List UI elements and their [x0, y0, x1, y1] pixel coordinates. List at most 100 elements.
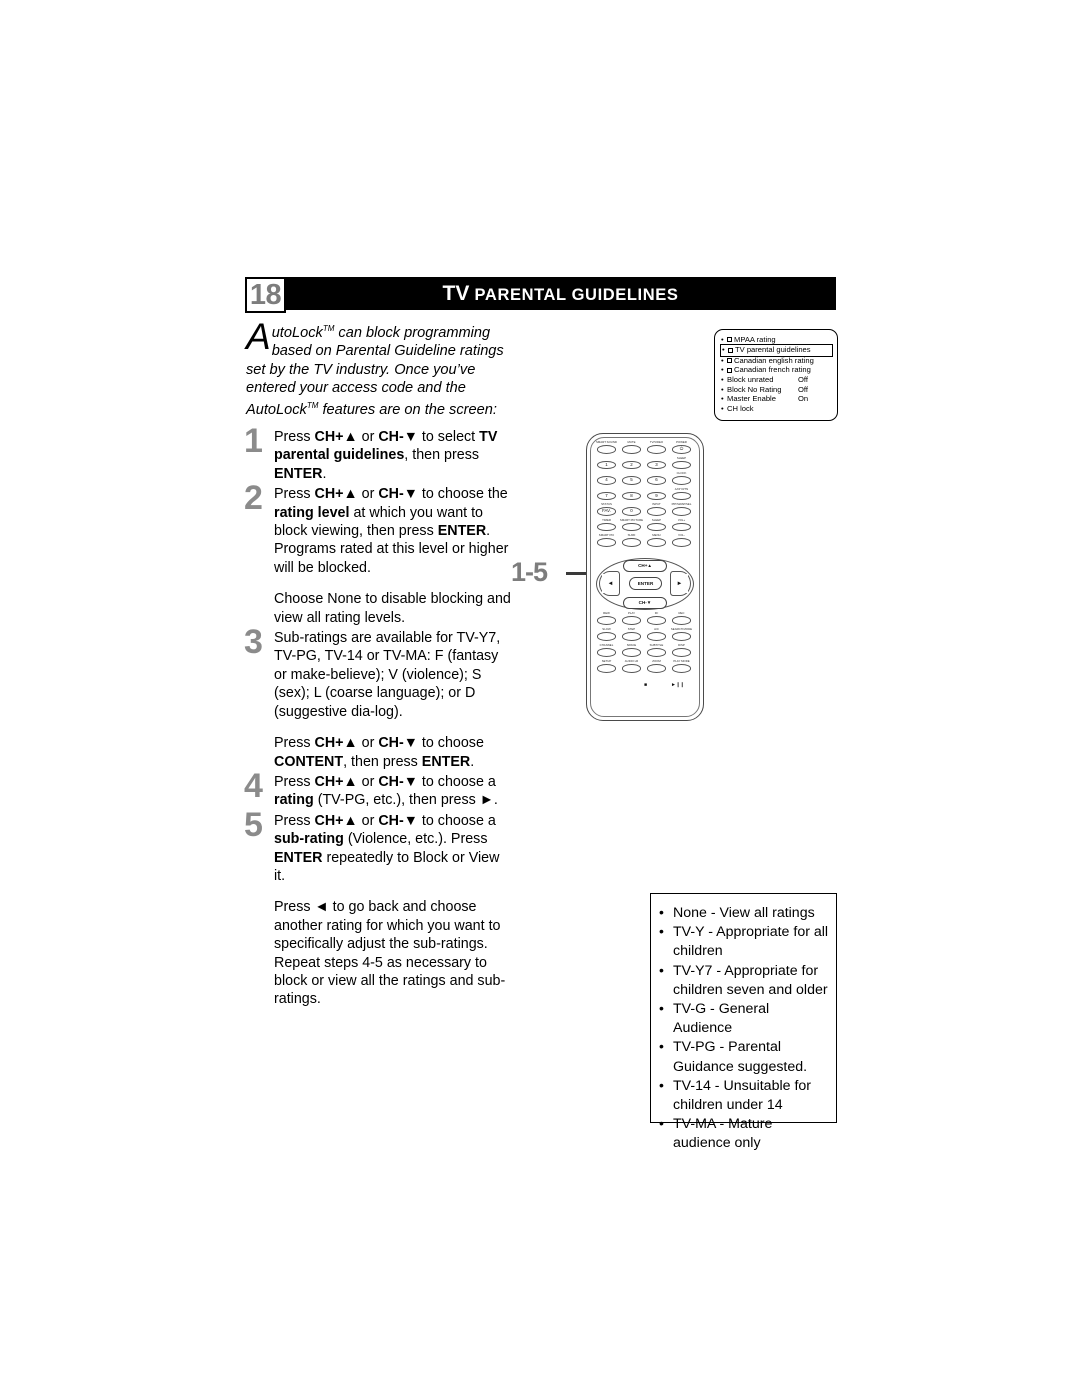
remote-control-illustration: SMART SOUND MUTE TV/VIDEO POWER ⏻ 1 2 3 SLEEP 4 5 6…: [586, 433, 704, 721]
remote-button[interactable]: VOL-: [672, 534, 691, 547]
ch-down-button[interactable]: CH-▼: [623, 596, 667, 609]
remote-button[interactable]: SPACE: [622, 644, 641, 657]
remote-button-label: DISP: [678, 643, 685, 647]
step-text: or: [357, 735, 379, 752]
remote-button[interactable]: MENU: [647, 534, 666, 547]
remote-button[interactable]: TV/VIDEO: [647, 441, 666, 454]
remote-button[interactable]: PLAY MODE: [672, 660, 691, 673]
intro-line3: by the TV industry.: [269, 361, 391, 378]
remote-button[interactable]: SLEEP: [672, 456, 691, 469]
remote-button[interactable]: 8: [622, 491, 641, 500]
page-title-lead: TV: [442, 282, 470, 305]
left-arrow-button[interactable]: ◄: [602, 574, 619, 593]
remote-button[interactable]: CHANNEL: [597, 644, 616, 657]
osd-row-label: Block No Rating: [727, 384, 782, 394]
step-text: Press: [274, 812, 315, 829]
remote-button-text: 2: [630, 461, 633, 467]
enter-button[interactable]: ENTER: [629, 577, 662, 590]
ratings-list: None - View all ratingsTV-Y - Appropriat…: [657, 903, 830, 1154]
remote-button[interactable]: AUDIO LR: [622, 660, 641, 673]
trademark-symbol: TM: [322, 324, 335, 333]
emphasized-text: ENTER: [437, 523, 487, 540]
emphasized-text: CH+▲: [314, 812, 358, 829]
remote-button[interactable]: A/CH RTN: [672, 487, 691, 500]
remote-button[interactable]: PIP/SWAP/SEL: [672, 503, 691, 516]
remote-button-label: SEARCH MODE: [670, 627, 693, 631]
checkbox-icon[interactable]: [727, 337, 732, 343]
remote-nav-cluster: CH+▲ ENTER CH-▼ ◄ ►: [596, 558, 694, 610]
osd-row[interactable]: • Block unrated Off: [721, 375, 833, 385]
remote-button[interactable]: SMART SOUND: [596, 441, 617, 454]
remote-button[interactable]: SURF: [622, 534, 641, 547]
remote-button[interactable]: 2: [622, 460, 641, 469]
remote-button[interactable]: REC: [672, 612, 691, 625]
remote-button[interactable]: 7: [597, 491, 616, 500]
remote-button[interactable]: SMART PICTURE: [620, 518, 643, 531]
remote-button[interactable]: STEP: [622, 628, 641, 641]
remote-button[interactable]: FF: [647, 612, 666, 625]
checkbox-icon[interactable]: [727, 367, 732, 373]
remote-button-text: 8: [630, 492, 633, 498]
osd-row[interactable]: • Canadian english rating: [721, 356, 833, 366]
remote-button-label: PLAY MODE: [673, 659, 690, 663]
remote-button[interactable]: SMART PIC: [597, 534, 616, 547]
checkbox-icon[interactable]: [727, 358, 732, 364]
step-paragraph: Press CH+▲ or CH-▼ to select TV parental…: [274, 428, 512, 483]
remote-button[interactable]: TIMER: [597, 518, 616, 531]
remote-button-label: TIMER: [602, 517, 611, 522]
remote-button[interactable]: SLEEP: [647, 518, 666, 531]
remote-button-label: SURF: [627, 533, 636, 537]
remote-button[interactable]: STATUS FAV.: [597, 503, 616, 516]
remote-button-label: SPACE: [626, 643, 637, 647]
emphasized-text: CH-▼: [378, 735, 418, 752]
step-body: Press CH+▲ or CH-▼ to select TV parental…: [274, 428, 512, 483]
osd-row-label: Canadian french rating: [734, 365, 811, 375]
remote-button[interactable]: 4: [597, 476, 616, 485]
remote-button[interactable]: 1: [597, 460, 616, 469]
remote-button[interactable]: A/C: [647, 628, 666, 641]
osd-row[interactable]: • Canadian french rating: [721, 365, 833, 375]
right-arrow-button[interactable]: ►: [671, 574, 688, 593]
remote-button[interactable]: 6: [647, 476, 666, 485]
remote-button[interactable]: MUTE: [622, 441, 641, 454]
osd-row-label: Canadian english rating: [734, 355, 814, 365]
remote-button[interactable]: PLAY: [622, 612, 641, 625]
remote-button[interactable]: INPUT: [647, 503, 666, 516]
remote-button-label: SUBTITLE: [649, 643, 664, 647]
remote-button[interactable]: CLOCK: [672, 472, 691, 485]
remote-button-label: SLEEP: [676, 455, 687, 460]
remote-button[interactable]: VOL+: [672, 518, 691, 531]
checkbox-icon[interactable]: [728, 347, 733, 353]
right-arrow-icon: ►: [676, 580, 683, 587]
callout-step-range: 1-5: [511, 557, 548, 587]
remote-button[interactable]: DISP: [672, 644, 691, 657]
remote-button[interactable]: SETUP: [597, 660, 616, 673]
remote-button-label: POWER: [676, 440, 687, 444]
intro-paragraph: AutoLockTM can block programming based o…: [246, 318, 508, 420]
remote-button[interactable]: 5: [622, 476, 641, 485]
osd-row[interactable]: • CH lock: [721, 404, 833, 414]
remote-button-text: 5: [630, 477, 633, 483]
remote-button[interactable]: SLOW: [597, 628, 616, 641]
ch-up-button[interactable]: CH+▲: [623, 559, 667, 572]
remote-button[interactable]: 0: [622, 507, 641, 516]
remote-button[interactable]: 3: [647, 460, 666, 469]
intro-line6: screen:: [449, 402, 497, 419]
remote-button[interactable]: 9: [647, 491, 666, 500]
remote-button-label: PIP/SWAP/SEL: [671, 502, 692, 506]
step-number: 5: [244, 805, 263, 844]
remote-button[interactable]: SEARCH MODE: [671, 628, 692, 641]
remote-button-label: MUTE: [627, 440, 636, 444]
emphasized-text: CH+▲: [314, 486, 358, 503]
remote-button-label: MENU: [652, 533, 661, 537]
step-text: Press: [274, 735, 315, 752]
step-body: Press CH+▲ or CH-▼ to choose a sub-ratin…: [274, 812, 512, 1009]
remote-button[interactable]: REW: [597, 612, 616, 625]
osd-row[interactable]: • Block No Rating Off: [721, 385, 833, 395]
osd-row[interactable]: • Master Enable On: [721, 394, 833, 404]
remote-button[interactable]: POWER ⏻: [672, 441, 691, 454]
remote-button[interactable]: SUBTITLE: [647, 644, 666, 657]
remote-button[interactable]: ZOOM: [647, 660, 666, 673]
play-pause-icon: ►❙❙: [671, 682, 685, 688]
instruction-step: 4 Press CH+▲ or CH-▼ to choose a rating (…: [244, 769, 512, 810]
